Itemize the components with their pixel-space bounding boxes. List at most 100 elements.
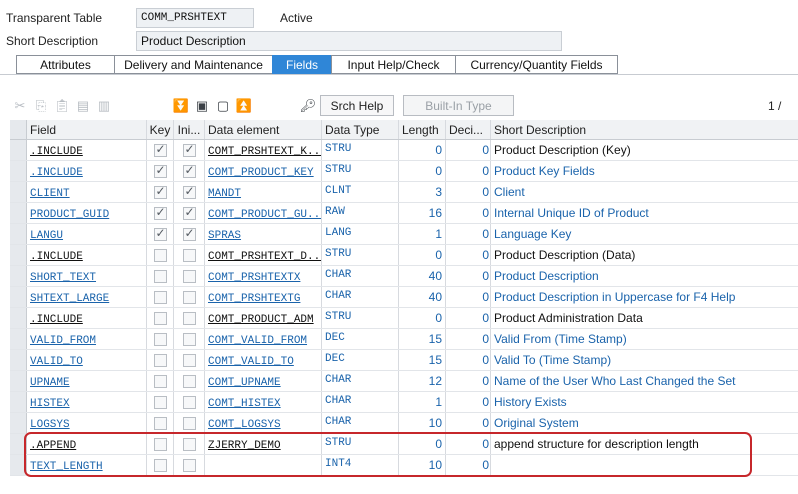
data-element[interactable]: COMT_PRODUCT_KEY (208, 167, 314, 179)
field-name[interactable]: .INCLUDE (30, 314, 83, 326)
length-cell[interactable]: 0 (399, 161, 446, 181)
copy-icon[interactable]: ⎘ (31, 96, 51, 116)
decimals-cell[interactable]: 0 (446, 245, 491, 265)
table-row[interactable]: .INCLUDECOMT_PRSHTEXT_K...STRU00Product … (10, 140, 798, 161)
data-type-cell[interactable]: LANG (322, 224, 399, 244)
table-row[interactable]: UPNAME COMT_UPNAME CHAR 12 0 Name of the User… (10, 371, 798, 392)
data-element[interactable]: COMT_UPNAME (208, 377, 281, 389)
length-cell[interactable]: 12 (399, 371, 446, 391)
table-row[interactable]: HISTEX COMT_HISTEX CHAR 1 0 History Exists (10, 392, 798, 413)
field-name-cell[interactable]: LANGU (27, 224, 147, 244)
data-element[interactable]: COMT_PRODUCT_ADM (208, 314, 314, 326)
short-description-cell[interactable]: Valid From (Time Stamp) (491, 329, 798, 349)
data-type-cell[interactable]: DEC (322, 329, 399, 349)
table-row[interactable]: VALID_FROM COMT_VALID_FROM DEC 15 0 Valid Fro… (10, 329, 798, 350)
decimals-cell[interactable]: 0 (446, 350, 491, 370)
row-selector[interactable] (10, 350, 27, 370)
row-selector[interactable] (10, 182, 27, 202)
row-selector[interactable] (10, 329, 27, 349)
short-description-cell[interactable]: Original System (491, 413, 798, 433)
field-name-cell[interactable]: CLIENT (27, 182, 147, 202)
short-description-cell[interactable]: Language Key (491, 224, 798, 244)
table-row[interactable]: LANGU SPRAS LANG10Language Key (10, 224, 798, 245)
field-name-cell[interactable]: SHORT_TEXT (27, 266, 147, 286)
field-name[interactable]: LANGU (30, 230, 63, 242)
field-name-cell[interactable]: PRODUCT_GUID (27, 203, 147, 223)
tab-input-help-check[interactable]: Input Help/Check (331, 55, 455, 74)
short-description-cell[interactable]: Product Description (Data) (491, 245, 798, 265)
initial-checkbox[interactable] (182, 226, 196, 241)
key-checkbox[interactable] (153, 417, 167, 430)
initial-cell[interactable] (174, 203, 205, 223)
key-cell[interactable] (147, 245, 174, 265)
col-length[interactable]: Length (399, 120, 446, 139)
data-element-cell[interactable]: COMT_PRODUCT_KEY (205, 161, 322, 181)
length-cell[interactable]: 0 (399, 245, 446, 265)
data-element[interactable]: COMT_PRSHTEXTG (208, 293, 300, 305)
initial-checkbox[interactable] (182, 312, 196, 325)
data-type-cell[interactable]: CHAR (322, 266, 399, 286)
col-decimals[interactable]: Deci... (446, 120, 491, 139)
field-name[interactable]: UPNAME (30, 377, 70, 389)
table-row[interactable]: .INCLUDE COMT_PRODUCT_ADM STRU 0 0 Product Ad… (10, 308, 798, 329)
field-name[interactable]: VALID_FROM (30, 335, 96, 347)
short-description-field[interactable]: Product Description (136, 31, 562, 51)
row-selector[interactable] (10, 140, 27, 160)
key-cell[interactable] (147, 266, 174, 286)
short-description-cell[interactable]: Client (491, 182, 798, 202)
initial-cell[interactable] (174, 392, 205, 412)
data-type-cell[interactable]: STRU (322, 140, 399, 160)
row-selector[interactable] (10, 266, 27, 286)
field-name[interactable]: SHTEXT_LARGE (30, 293, 109, 305)
field-name[interactable]: .INCLUDE (30, 146, 83, 158)
data-element-cell[interactable]: COMT_PRODUCT_ADM (205, 308, 322, 328)
initial-cell[interactable] (174, 161, 205, 181)
data-type-cell[interactable]: DEC (322, 350, 399, 370)
length-cell[interactable]: 1 (399, 224, 446, 244)
length-cell[interactable]: 16 (399, 203, 446, 223)
data-element[interactable]: COMT_PRSHTEXT_D... (208, 251, 321, 263)
decimals-cell[interactable]: 0 (446, 224, 491, 244)
initial-cell[interactable] (174, 371, 205, 391)
row-selector[interactable] (10, 161, 27, 181)
key-cell[interactable] (147, 350, 174, 370)
decimals-cell[interactable]: 0 (446, 161, 491, 181)
row-selector[interactable] (10, 245, 27, 265)
data-element-cell[interactable]: COMT_LOGSYS (205, 413, 322, 433)
table-row[interactable]: .INCLUDE COMT_PRSHTEXT_D... STRU 0 0 Product … (10, 245, 798, 266)
data-type-cell[interactable]: CHAR (322, 287, 399, 307)
field-name[interactable]: .INCLUDE (30, 251, 83, 263)
tab-attributes[interactable]: Attributes (16, 55, 114, 74)
key-cell[interactable] (147, 161, 174, 181)
key-checkbox[interactable] (153, 333, 167, 346)
data-element[interactable]: COMT_PRSHTEXTX (208, 272, 300, 284)
tab-currency-quantity-fields[interactable]: Currency/Quantity Fields (455, 55, 618, 74)
insert-row-icon[interactable]: ▤ (73, 96, 93, 116)
field-name-cell[interactable]: .INCLUDE (27, 161, 147, 181)
length-cell[interactable]: 15 (399, 350, 446, 370)
select-all-cell[interactable] (10, 120, 27, 139)
length-cell[interactable]: 0 (399, 308, 446, 328)
initial-checkbox[interactable] (182, 163, 196, 178)
data-type-cell[interactable]: RAW (322, 203, 399, 223)
length-cell[interactable]: 0 (399, 140, 446, 160)
decimals-cell[interactable]: 0 (446, 140, 491, 160)
key-cell[interactable] (147, 203, 174, 223)
short-description-cell[interactable]: Product Description in Uppercase for F4 … (491, 287, 798, 307)
short-description-cell[interactable]: Product Description (Key) (491, 140, 798, 160)
decimals-cell[interactable]: 0 (446, 413, 491, 433)
short-description-cell[interactable]: Product Key Fields (491, 161, 798, 181)
row-selector[interactable] (10, 413, 27, 433)
initial-cell[interactable] (174, 329, 205, 349)
key-checkbox[interactable] (153, 312, 167, 325)
short-description-cell[interactable]: Internal Unique ID of Product (491, 203, 798, 223)
col-initial[interactable]: Ini... (174, 120, 205, 139)
field-name-cell[interactable]: VALID_TO (27, 350, 147, 370)
row-selector[interactable] (10, 392, 27, 412)
built-in-type-button[interactable]: Built-In Type (403, 95, 514, 116)
data-element-cell[interactable]: COMT_PRSHTEXTG (205, 287, 322, 307)
row-selector[interactable] (10, 224, 27, 244)
initial-checkbox[interactable] (182, 354, 196, 367)
initial-cell[interactable] (174, 308, 205, 328)
key-checkbox[interactable] (153, 270, 167, 283)
